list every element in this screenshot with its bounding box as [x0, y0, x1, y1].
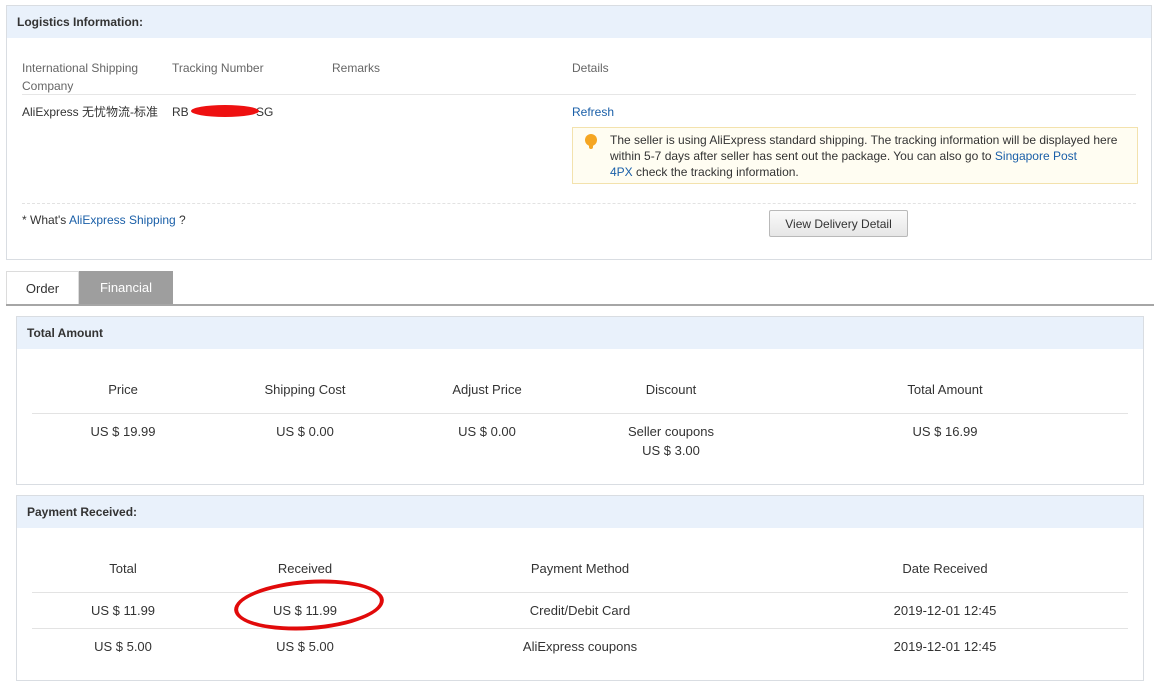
row1-date: 2019-12-01 12:45: [893, 603, 997, 618]
lightbulb-icon: [585, 134, 597, 149]
shipping-notice: The seller is using AliExpress standard …: [572, 127, 1138, 184]
aliexpress-shipping-link[interactable]: AliExpress Shipping: [69, 213, 176, 227]
header-tracking-number: Tracking Number: [172, 61, 264, 75]
tab-bar: Order Financial: [6, 271, 1154, 305]
header-price: Price: [108, 382, 138, 397]
shipping-cost-value: US $ 0.00: [276, 424, 334, 439]
row1-total: US $ 11.99: [90, 603, 156, 618]
tab-order[interactable]: Order: [6, 271, 79, 304]
shipping-company-value: AliExpress 无忧物流-标准: [22, 105, 159, 119]
whats-shipping: * What's AliExpress Shipping ?: [22, 213, 186, 227]
singapore-post-link[interactable]: Singapore Post: [995, 149, 1077, 163]
whats-suffix: ?: [175, 213, 186, 227]
header-discount: Discount: [645, 382, 697, 397]
header-shipping-company: International Shipping Company: [22, 61, 139, 93]
header-adjust-price: Adjust Price: [452, 382, 522, 397]
header-received: Received: [277, 561, 333, 576]
payment-received-title: Payment Received:: [17, 496, 1143, 528]
payment-received-panel: Payment Received: Total Received Payment…: [16, 495, 1144, 681]
total-amount-title: Total Amount: [17, 317, 1143, 349]
total-amount-divider: [32, 413, 1128, 414]
payment-header-divider: [32, 592, 1128, 593]
header-date-received: Date Received: [902, 561, 988, 576]
row2-total: US $ 5.00: [94, 639, 152, 654]
header-details: Details: [572, 61, 609, 75]
view-delivery-detail-button[interactable]: View Delivery Detail: [769, 210, 908, 237]
discount-label: Seller coupons: [628, 424, 714, 439]
total-amount-panel: Total Amount Price Shipping Cost Adjust …: [16, 316, 1144, 485]
notice-text-after: check the tracking information.: [632, 165, 799, 179]
header-total-amount: Total Amount: [907, 382, 983, 397]
header-shipping-cost: Shipping Cost: [264, 382, 346, 397]
whats-prefix: * What's: [22, 213, 69, 227]
discount-value: US $ 3.00: [642, 443, 700, 458]
tracking-number[interactable]: RB SG: [172, 103, 282, 121]
header-divider: [22, 94, 1136, 95]
dotted-divider: [22, 203, 1136, 204]
logistics-panel: Logistics Information: International Shi…: [6, 5, 1152, 260]
logistics-title: Logistics Information:: [7, 6, 1151, 38]
tab-underline: [6, 304, 1154, 306]
refresh-link[interactable]: Refresh: [572, 103, 614, 121]
tracking-prefix: RB: [172, 105, 189, 119]
row2-payment-method: AliExpress coupons: [522, 639, 638, 654]
tab-financial[interactable]: Financial: [79, 271, 173, 304]
row2-date: 2019-12-01 12:45: [893, 639, 997, 654]
notice-text: The seller is using AliExpress standard …: [610, 132, 1130, 180]
header-total: Total: [109, 561, 137, 576]
header-payment-method: Payment Method: [530, 561, 630, 576]
total-amount-value: US $ 16.99: [912, 424, 978, 439]
redaction-mark: [191, 105, 259, 117]
tracking-suffix: SG: [256, 105, 274, 119]
adjust-price-value: US $ 0.00: [458, 424, 516, 439]
row1-payment-method: Credit/Debit Card: [529, 603, 631, 618]
row2-received: US $ 5.00: [276, 639, 334, 654]
4px-link[interactable]: 4PX: [610, 165, 633, 179]
price-value: US $ 19.99: [90, 424, 156, 439]
header-remarks: Remarks: [332, 61, 381, 75]
payment-row-divider: [32, 628, 1128, 629]
